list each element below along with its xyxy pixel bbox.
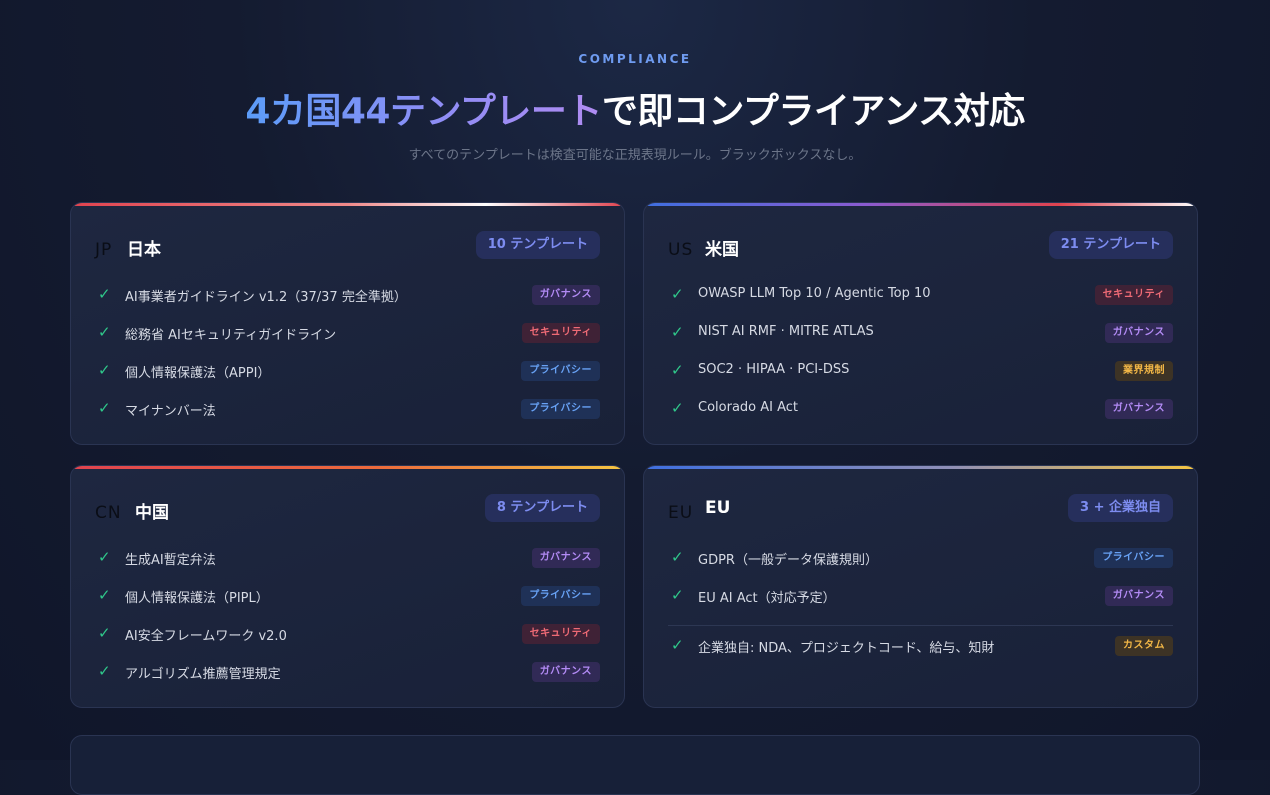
category-tag: カスタム	[1115, 636, 1173, 656]
check-icon: ✓	[98, 586, 111, 604]
country-name: 中国	[135, 503, 169, 523]
list-item: ✓ アルゴリズム推薦管理規定 ガバナンス	[95, 658, 600, 696]
category-tag: セキュリティ	[521, 323, 600, 343]
country-card-us: US 米国 21 テンプレート ✓ OWASP LLM Top 10 / Age…	[643, 202, 1198, 445]
card-header: US 米国 21 テンプレート	[668, 231, 1173, 261]
list-item: ✓ 個人情報保護法（PIPL） プライバシー	[95, 582, 600, 620]
page-subtitle: すべてのテンプレートは検査可能な正規表現ルール。ブラックボックスなし。	[408, 148, 862, 163]
page-title-rest: で即コンプライアンス対応	[601, 91, 1025, 132]
list-item: ✓ 生成AI暫定弁法 ガバナンス	[95, 544, 600, 582]
check-icon: ✓	[98, 624, 111, 642]
country-name: EU	[705, 498, 731, 518]
item-label: 個人情報保護法（APPI）	[125, 366, 271, 381]
template-count-badge: 10 テンプレート	[475, 231, 600, 259]
template-count-badge: 21 テンプレート	[1048, 231, 1173, 259]
check-icon: ✓	[98, 662, 111, 680]
country-card-jp: JP 日本 10 テンプレート ✓ AI事業者ガイドライン v1.2（37/37…	[70, 202, 625, 445]
check-icon: ✓	[98, 323, 111, 341]
category-tag: ガバナンス	[531, 285, 600, 305]
section-eyebrow: COMPLIANCE	[578, 52, 692, 66]
category-tag: ガバナンス	[1104, 323, 1173, 343]
check-icon: ✓	[98, 548, 111, 566]
template-count-badge: 8 テンプレート	[484, 494, 600, 522]
check-icon: ✓	[671, 636, 684, 654]
country-code: CN	[95, 503, 122, 523]
check-icon: ✓	[671, 323, 684, 341]
category-tag: ガバナンス	[1104, 586, 1173, 606]
check-icon: ✓	[98, 285, 111, 303]
page-title: 4カ国44テンプレートで即コンプライアンス対応	[0, 82, 1270, 134]
category-tag: ガバナンス	[531, 548, 600, 568]
template-count-badge: 3 + 企業独自	[1068, 494, 1173, 522]
category-tag: プライバシー	[521, 586, 600, 606]
list-item: ✓ OWASP LLM Top 10 / Agentic Top 10 セキュリ…	[668, 281, 1173, 319]
country-code: US	[668, 240, 694, 260]
check-icon: ✓	[671, 548, 684, 566]
list-item: ✓ Colorado AI Act ガバナンス	[668, 395, 1173, 433]
check-icon: ✓	[671, 586, 684, 604]
category-tag: プライバシー	[521, 399, 600, 419]
country-card-cn: CN 中国 8 テンプレート ✓ 生成AI暫定弁法 ガバナンス ✓ 個人情報保護…	[70, 465, 625, 708]
item-label: OWASP LLM Top 10 / Agentic Top 10	[698, 286, 931, 301]
category-tag: プライバシー	[1094, 548, 1173, 568]
item-label: マイナンバー法	[125, 404, 216, 419]
next-section-card	[70, 735, 1200, 795]
divider	[668, 625, 1173, 626]
item-label: アルゴリズム推薦管理規定	[125, 667, 281, 682]
list-item: ✓ GDPR（一般データ保護規則） プライバシー	[668, 544, 1173, 582]
check-icon: ✓	[98, 399, 111, 417]
item-label: 生成AI暫定弁法	[125, 553, 216, 568]
category-tag: セキュリティ	[521, 624, 600, 644]
card-header: EU EU 3 + 企業独自	[668, 494, 1173, 524]
check-icon: ✓	[671, 399, 684, 417]
category-tag: セキュリティ	[1094, 285, 1173, 305]
check-icon: ✓	[671, 361, 684, 379]
list-item: ✓ EU AI Act（対応予定） ガバナンス	[668, 582, 1173, 620]
item-label: NIST AI RMF · MITRE ATLAS	[698, 324, 874, 339]
card-accent-bar	[644, 466, 1197, 469]
item-label: 個人情報保護法（PIPL）	[125, 591, 269, 606]
card-accent-bar	[644, 203, 1197, 206]
list-item: ✓ 企業独自: NDA、プロジェクトコード、給与、知財 カスタム	[668, 632, 1173, 670]
item-label: GDPR（一般データ保護規則）	[698, 553, 878, 568]
page-title-highlight: 4カ国44テンプレート	[245, 91, 602, 132]
list-item: ✓ SOC2 · HIPAA · PCI-DSS 業界規制	[668, 357, 1173, 395]
item-label: AI事業者ガイドライン v1.2（37/37 完全準拠）	[125, 290, 407, 305]
list-item: ✓ 総務省 AIセキュリティガイドライン セキュリティ	[95, 319, 600, 357]
list-item: ✓ マイナンバー法 プライバシー	[95, 395, 600, 433]
item-label: Colorado AI Act	[698, 400, 799, 415]
list-item: ✓ NIST AI RMF · MITRE ATLAS ガバナンス	[668, 319, 1173, 357]
item-label: SOC2 · HIPAA · PCI-DSS	[698, 362, 850, 377]
list-item: ✓ AI安全フレームワーク v2.0 セキュリティ	[95, 620, 600, 658]
category-tag: 業界規制	[1115, 361, 1173, 381]
list-item: ✓ 個人情報保護法（APPI） プライバシー	[95, 357, 600, 395]
country-name: 米国	[705, 240, 739, 260]
card-accent-bar	[71, 203, 624, 206]
category-tag: ガバナンス	[1104, 399, 1173, 419]
card-accent-bar	[71, 466, 624, 469]
item-label: 企業独自: NDA、プロジェクトコード、給与、知財	[698, 641, 995, 656]
country-code: EU	[668, 503, 694, 523]
check-icon: ✓	[671, 285, 684, 303]
card-header: JP 日本 10 テンプレート	[95, 231, 600, 261]
check-icon: ✓	[98, 361, 111, 379]
category-tag: ガバナンス	[531, 662, 600, 682]
item-label: EU AI Act（対応予定）	[698, 591, 836, 606]
item-label: AI安全フレームワーク v2.0	[125, 629, 287, 644]
country-code: JP	[95, 240, 113, 260]
list-item: ✓ AI事業者ガイドライン v1.2（37/37 完全準拠） ガバナンス	[95, 281, 600, 319]
item-label: 総務省 AIセキュリティガイドライン	[125, 328, 337, 343]
country-card-eu: EU EU 3 + 企業独自 ✓ GDPR（一般データ保護規則） プライバシー …	[643, 465, 1198, 708]
card-header: CN 中国 8 テンプレート	[95, 494, 600, 524]
category-tag: プライバシー	[521, 361, 600, 381]
country-name: 日本	[127, 240, 161, 260]
